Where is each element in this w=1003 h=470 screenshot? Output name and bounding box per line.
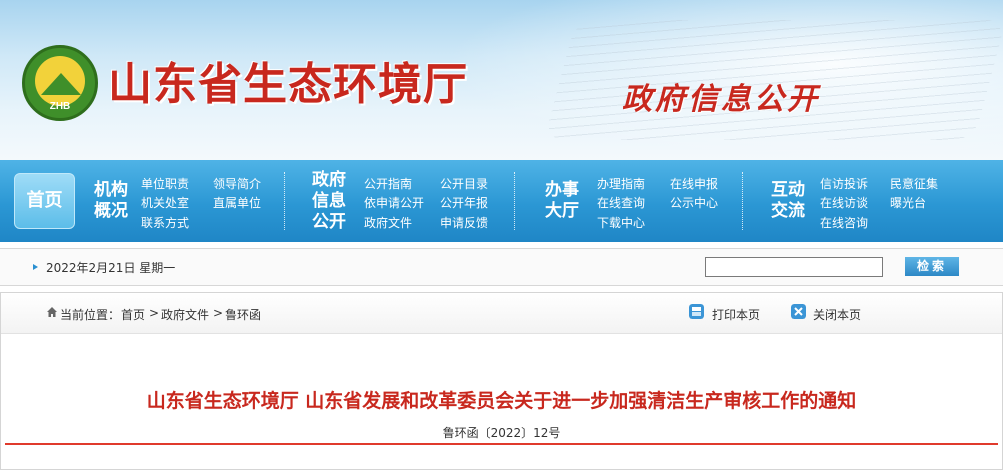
nav-link[interactable]: 公开目录 xyxy=(440,175,488,192)
nav-link[interactable]: 下载中心 xyxy=(597,214,645,231)
nav-link[interactable]: 机关处室 xyxy=(141,194,189,211)
nav-group-org[interactable]: 机构 概况 xyxy=(94,180,128,222)
date-search-bar: 2022年2月21日 星期一 检索 xyxy=(0,248,1003,286)
title-divider xyxy=(5,443,998,445)
breadcrumb-bar: 当前位置： 首页 > 政府文件 > 鲁环函 打印本页 关闭本页 xyxy=(1,293,1002,334)
breadcrumb-current[interactable]: 鲁环函 xyxy=(225,306,261,323)
nav-link[interactable]: 在线申报 xyxy=(670,175,718,192)
close-page-link[interactable]: 关闭本页 xyxy=(813,306,861,323)
nav-group-interaction[interactable]: 互动 交流 xyxy=(771,180,805,222)
document-title: 山东省生态环境厅 山东省发展和改革委员会关于进一步加强清洁生产审核工作的通知 xyxy=(146,390,857,412)
nav-divider xyxy=(514,172,515,230)
nav-link[interactable]: 民意征集 xyxy=(890,175,938,192)
print-icon[interactable] xyxy=(689,304,704,319)
nav-link[interactable]: 依申请公开 xyxy=(364,194,424,211)
nav-link[interactable]: 公开年报 xyxy=(440,194,488,211)
breadcrumb-separator: > xyxy=(149,306,160,320)
home-icon xyxy=(47,307,57,317)
nav-link[interactable]: 直属单位 xyxy=(213,194,261,211)
current-date: 2022年2月21日 星期一 xyxy=(46,261,176,275)
section-title: 政府信息公开 xyxy=(622,82,820,117)
nav-link[interactable]: 公开指南 xyxy=(364,175,412,192)
logo-text: ZHB xyxy=(49,101,71,112)
nav-link[interactable]: 在线查询 xyxy=(597,194,645,211)
nav-link[interactable]: 公示中心 xyxy=(670,194,718,211)
breadcrumb-gov-docs-link[interactable]: 政府文件 xyxy=(161,306,209,323)
nav-group-service-hall[interactable]: 办事 大厅 xyxy=(545,180,579,222)
nav-link[interactable]: 单位职责 xyxy=(141,175,189,192)
nav-link[interactable]: 曝光台 xyxy=(890,194,926,211)
breadcrumb-home-link[interactable]: 首页 xyxy=(121,306,145,323)
breadcrumb-separator: > xyxy=(213,306,224,320)
search-button[interactable]: 检索 xyxy=(905,257,959,276)
nav-divider xyxy=(284,172,285,230)
nav-link[interactable]: 政府文件 xyxy=(364,214,412,231)
close-icon[interactable] xyxy=(791,304,806,319)
document-number: 鲁环函〔2022〕12号 xyxy=(442,426,561,440)
nav-link[interactable]: 联系方式 xyxy=(141,214,189,231)
content-panel: 当前位置： 首页 > 政府文件 > 鲁环函 打印本页 关闭本页 山东省生态环境厅… xyxy=(0,292,1003,470)
nav-group-gov-info[interactable]: 政府 信息 公开 xyxy=(312,170,346,233)
main-nav: 首页 机构 概况 单位职责 领导简介 机关处室 直属单位 联系方式 政府 信息 … xyxy=(0,160,1003,242)
nav-divider xyxy=(742,172,743,230)
print-page-link[interactable]: 打印本页 xyxy=(712,306,760,323)
search-input[interactable] xyxy=(705,257,883,277)
nav-link[interactable]: 领导简介 xyxy=(213,175,261,192)
nav-link[interactable]: 信访投诉 xyxy=(820,175,868,192)
nav-home-button[interactable]: 首页 xyxy=(14,173,75,229)
breadcrumb-prefix: 当前位置： xyxy=(60,308,121,322)
zhb-logo: ZHB xyxy=(22,45,98,121)
arrow-right-icon xyxy=(33,264,38,270)
nav-link[interactable]: 办理指南 xyxy=(597,175,645,192)
nav-link[interactable]: 申请反馈 xyxy=(440,214,488,231)
nav-link[interactable]: 在线访谈 xyxy=(820,194,868,211)
nav-link[interactable]: 在线咨询 xyxy=(820,214,868,231)
header-banner: ZHB 山东省生态环境厅 政府信息公开 xyxy=(0,0,1003,160)
site-title: 山东省生态环境厅 xyxy=(108,59,468,110)
